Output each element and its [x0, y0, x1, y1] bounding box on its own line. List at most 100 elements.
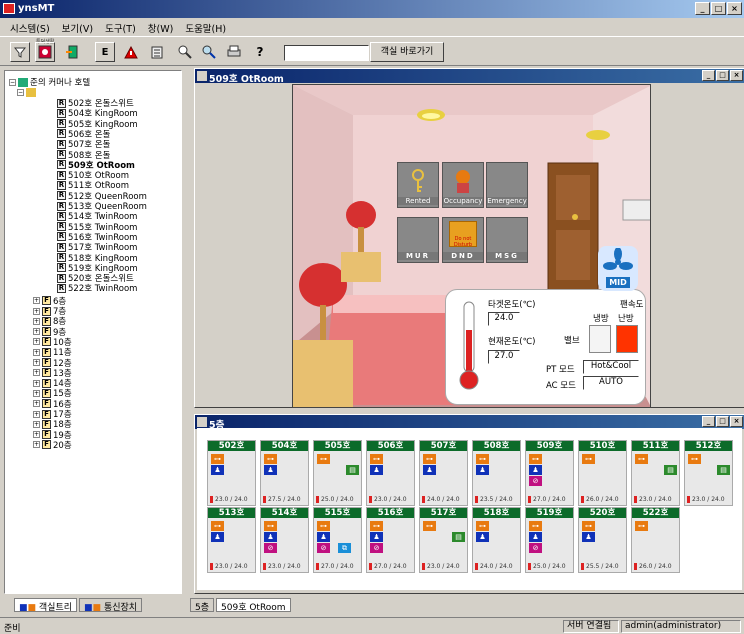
filter-icon[interactable]	[10, 42, 30, 62]
expand-icon[interactable]: +	[33, 328, 40, 336]
print-icon[interactable]	[224, 42, 244, 62]
room-card[interactable]: 515호 ⊶ ♟ ⊘ ⧉ 27.0 / 24.0	[313, 507, 362, 573]
room-window-maximize-button[interactable]: □	[716, 70, 729, 81]
room-card[interactable]: 507호 ⊶ ♟ 24.0 / 24.0	[419, 440, 468, 506]
room-card-number: 520호	[579, 508, 626, 518]
app-title-bar: ynsMT _ □ ×	[0, 0, 744, 18]
collapse-icon[interactable]: −	[17, 88, 24, 96]
room-card[interactable]: 512호 ⊶ ▤ 23.0 / 24.0	[684, 440, 733, 506]
expand-icon[interactable]: +	[33, 359, 40, 366]
expand-icon[interactable]: +	[33, 297, 40, 305]
e-module-icon[interactable]: E	[95, 42, 115, 62]
current-temp-value: 27.0	[488, 350, 520, 364]
room-card[interactable]: 518호 ⊶ ♟ 24.0 / 24.0	[472, 507, 521, 573]
room-card-temp: 23.0 / 24.0	[422, 563, 460, 570]
room-card[interactable]: 514호 ⊶ ♟ ⊘ 23.0 / 24.0	[260, 507, 309, 573]
key-icon: ⊶	[423, 454, 436, 464]
key-icon: ⊶	[582, 521, 595, 531]
tab-floor[interactable]: 5층	[190, 598, 215, 613]
tree-room-item[interactable]: R 522호 TwinRoom	[57, 283, 137, 294]
expand-icon[interactable]: +	[33, 369, 40, 377]
room-icon: R	[57, 150, 66, 159]
alert-icon[interactable]	[121, 42, 141, 62]
exit-door-icon[interactable]	[63, 42, 83, 62]
temp-icon	[263, 496, 266, 503]
room-card[interactable]: 502호 ⊶ ♟ 23.0 / 24.0	[207, 440, 256, 506]
ac-mode-label: AC 모드	[546, 381, 576, 391]
floor-window-maximize-button[interactable]: □	[716, 416, 729, 427]
room-card[interactable]: 511호 ⊶ ▤ 23.0 / 24.0	[631, 440, 680, 506]
room-search-input[interactable]	[284, 45, 369, 61]
expand-icon[interactable]: +	[33, 379, 40, 387]
find-icon[interactable]	[199, 42, 219, 62]
floor-window-close-button[interactable]: ×	[730, 416, 743, 427]
target-temp-label: 타겟온도(℃)	[488, 300, 536, 310]
cool-indicator	[589, 325, 611, 353]
tree-floor-5[interactable]: −	[17, 87, 36, 97]
room-card[interactable]: 508호 ⊶ ♟ 23.5 / 24.0	[472, 440, 521, 506]
temp-icon	[422, 563, 425, 570]
go-to-room-button[interactable]: 객실 바로가기	[370, 42, 444, 62]
room-card[interactable]: 506호 ⊶ ♟ 23.0 / 24.0	[366, 440, 415, 506]
room-card[interactable]: 517호 ⊶ ▤ 23.0 / 24.0	[419, 507, 468, 573]
expand-icon[interactable]: +	[33, 441, 40, 449]
tab-room[interactable]: 509호 OtRoom	[216, 598, 291, 613]
menu-system[interactable]: 시스템(S)	[4, 18, 56, 36]
expand-icon[interactable]: +	[33, 389, 40, 397]
minimize-button[interactable]: _	[695, 2, 710, 15]
mdi-tabs: 5층 509호 OtRoom	[190, 598, 291, 613]
room-window-close-button[interactable]: ×	[730, 70, 743, 81]
room-card[interactable]: 504호 ⊶ ♟ 27.5 / 24.0	[260, 440, 309, 506]
room-card[interactable]: 519호 ⊶ ♟ ⊘ 25.0 / 24.0	[525, 507, 574, 573]
left-panel-tabs: ■■ 객실트리 ■■ 통신장치	[14, 598, 143, 613]
room-window-minimize-button[interactable]: _	[702, 70, 715, 81]
expand-icon[interactable]: +	[33, 338, 40, 346]
key-icon: ⊶	[264, 454, 277, 464]
key-icon: ⊶	[211, 521, 224, 531]
expand-icon[interactable]: +	[33, 348, 40, 356]
room-card-number: 515호	[314, 508, 361, 518]
room-card[interactable]: 516호 ⊶ ♟ ⊘ 27.0 / 24.0	[366, 507, 415, 573]
expand-icon[interactable]: +	[33, 431, 40, 439]
room-tree: − 준의 커머나 호텔 − R 502호 온돌스위트 R 504호 KingRoom R 505…	[4, 70, 182, 594]
expand-icon[interactable]: +	[33, 307, 40, 315]
menu-help[interactable]: 도움말(H)	[179, 18, 232, 36]
room-card[interactable]: 520호 ⊶ ♟ 25.5 / 24.0	[578, 507, 627, 573]
tab-comm-device[interactable]: ■■ 통신장치	[79, 598, 143, 613]
menu-window[interactable]: 창(W)	[142, 18, 180, 36]
close-button[interactable]: ×	[727, 2, 742, 15]
expand-icon[interactable]: +	[33, 317, 40, 325]
maximize-button[interactable]: □	[711, 2, 726, 15]
key-icon: ⊶	[423, 521, 436, 531]
room-card[interactable]: 522호 ⊶ 26.0 / 24.0	[631, 507, 680, 573]
room-card[interactable]: 505호 ⊶ ▤ 25.0 / 24.0	[313, 440, 362, 506]
room-card[interactable]: 513호 ⊶ ♟ 23.0 / 24.0	[207, 507, 256, 573]
tree-root[interactable]: − 준의 커머나 호텔	[9, 77, 90, 88]
search-room-icon[interactable]	[175, 42, 195, 62]
log-icon[interactable]	[147, 42, 167, 62]
room-icon: R	[57, 170, 66, 180]
floor-icon: F	[42, 358, 51, 367]
expand-icon[interactable]: +	[33, 410, 40, 418]
key-icon: ⊶	[370, 521, 383, 531]
occupied-icon: ♟	[370, 532, 383, 542]
expand-icon[interactable]: +	[33, 400, 40, 408]
floor-icon: F	[42, 347, 51, 357]
room-card[interactable]: 509호 ⊶ ♟ ⊘ 27.0 / 24.0	[525, 440, 574, 506]
tab-room-tree[interactable]: ■■ 객실트리	[14, 598, 78, 613]
room-card-temp: 23.5 / 24.0	[475, 496, 513, 503]
expand-icon[interactable]: +	[33, 420, 40, 428]
app-logo-icon	[3, 3, 15, 14]
key-icon: ⊶	[582, 454, 595, 464]
menu-view[interactable]: 보기(V)	[56, 18, 99, 36]
menu-tools[interactable]: 도구(T)	[99, 18, 142, 36]
tree-floor-item[interactable]: + F 20층	[33, 440, 72, 451]
room-card-temp: 27.0 / 24.0	[528, 496, 566, 503]
collapse-icon[interactable]: −	[9, 78, 16, 86]
room-card-temp: 24.0 / 24.0	[475, 563, 513, 570]
room-card[interactable]: 510호 ⊶ 26.0 / 24.0	[578, 440, 627, 506]
settings-icon[interactable]	[35, 42, 55, 62]
floor-window-minimize-button[interactable]: _	[702, 416, 715, 427]
help-icon[interactable]: ?	[250, 42, 270, 62]
key-icon: ⊶	[529, 454, 542, 464]
